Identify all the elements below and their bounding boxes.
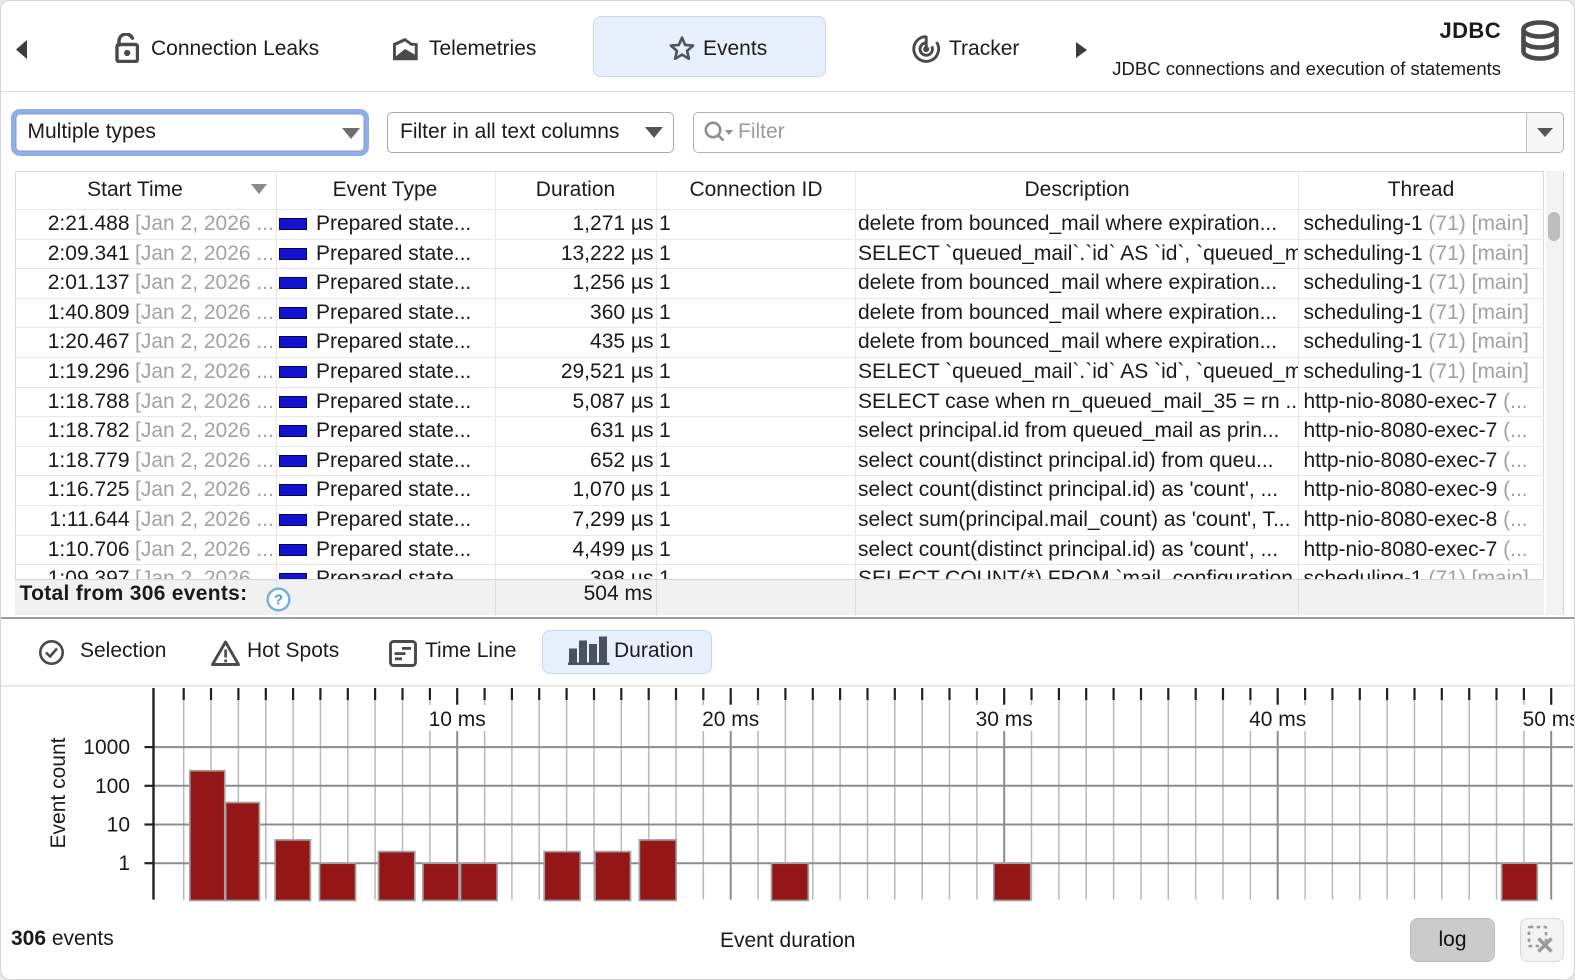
svg-text:40 ms: 40 ms [1249, 708, 1306, 731]
svg-text:20 ms: 20 ms [702, 708, 759, 731]
svg-text:1: 1 [118, 852, 130, 875]
svg-text:100: 100 [95, 775, 130, 798]
svg-text:10 ms: 10 ms [429, 708, 486, 731]
svg-text:10: 10 [107, 814, 130, 837]
svg-text:50 ms: 50 ms [1523, 708, 1575, 731]
svg-text:1000: 1000 [83, 736, 130, 759]
svg-text:Event count: Event count [47, 737, 70, 848]
svg-text:30 ms: 30 ms [976, 708, 1033, 731]
